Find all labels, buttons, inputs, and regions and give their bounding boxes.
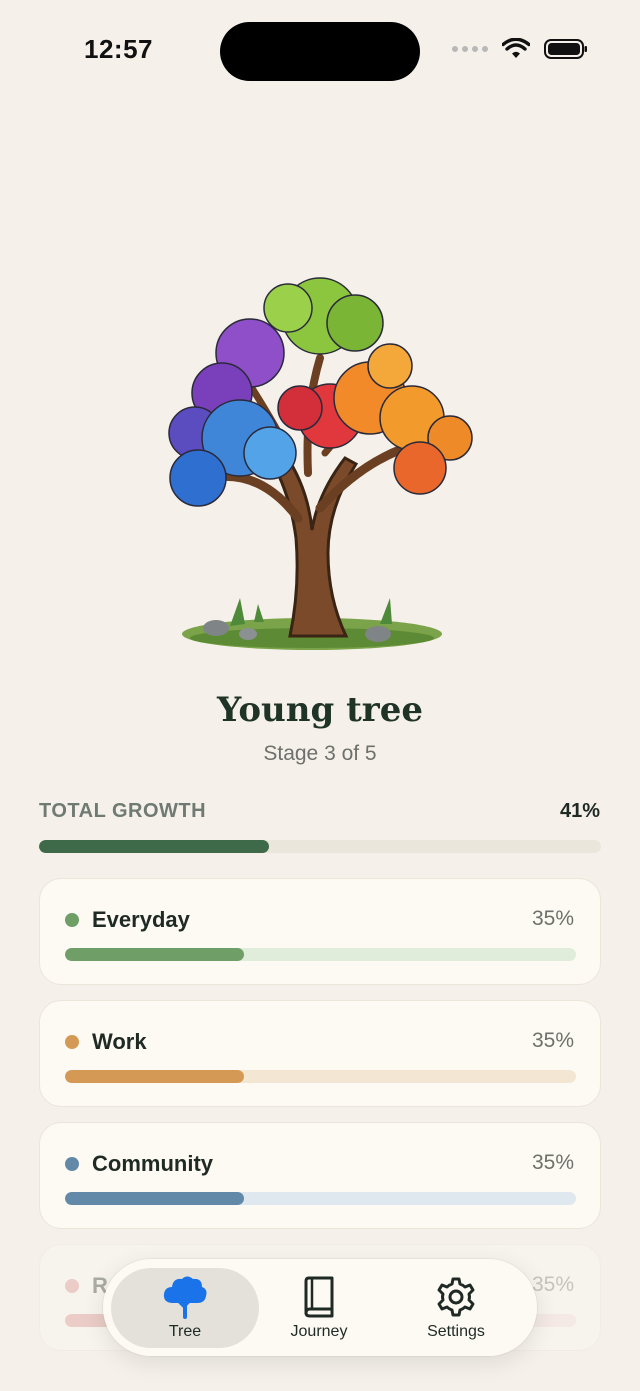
tree-icon [161,1275,209,1319]
cellular-signal-icon [452,46,488,52]
category-card-community[interactable]: Community 35% [39,1122,601,1229]
gear-icon [435,1275,477,1319]
category-percent: 35% [531,1029,574,1052]
status-time: 12:57 [84,34,153,64]
category-dot [65,1279,79,1293]
wifi-icon [502,38,530,58]
status-icons [452,38,588,60]
category-progress-track [65,1192,576,1205]
category-progress-track [65,1070,576,1083]
total-growth-progress-fill [39,840,270,853]
total-growth-percent: 41% [559,800,600,822]
total-growth-progress-track [39,840,601,853]
tab-settings[interactable]: Settings [391,1259,521,1356]
category-dot [65,913,79,927]
tab-bar: Tree Journey Settings [103,1259,537,1356]
tab-tree[interactable]: Tree [120,1259,250,1356]
category-percent: 35% [531,1273,574,1296]
total-growth-label: TOTAL GROWTH [39,800,207,822]
stage-subtitle: Stage 3 of 5 [263,742,377,765]
category-progress-track [65,948,576,961]
stage-title: Young tree [217,690,423,730]
category-name: Community [92,1151,213,1176]
category-progress-fill [65,1192,244,1205]
category-dot [65,1157,79,1171]
book-icon [301,1275,337,1319]
dynamic-island [220,22,420,81]
app-screen: 12:57 Young tree Stage 3 of 5 TOTAL GROW… [0,0,640,1391]
category-name: Work [92,1029,147,1054]
category-progress-fill [65,948,244,961]
tab-label: Settings [427,1323,485,1340]
category-card-everyday[interactable]: Everyday 35% [39,878,601,985]
category-percent: 35% [531,1151,574,1174]
tab-journey[interactable]: Journey [254,1259,384,1356]
category-percent: 35% [531,907,574,930]
category-name: Everyday [92,907,190,932]
tab-label: Tree [168,1323,202,1340]
battery-icon [544,39,587,59]
tree-illustration [150,268,490,663]
category-dot [65,1035,79,1049]
category-progress-fill [65,1070,244,1083]
category-card-work[interactable]: Work 35% [39,1000,601,1107]
tab-label: Journey [290,1323,348,1340]
